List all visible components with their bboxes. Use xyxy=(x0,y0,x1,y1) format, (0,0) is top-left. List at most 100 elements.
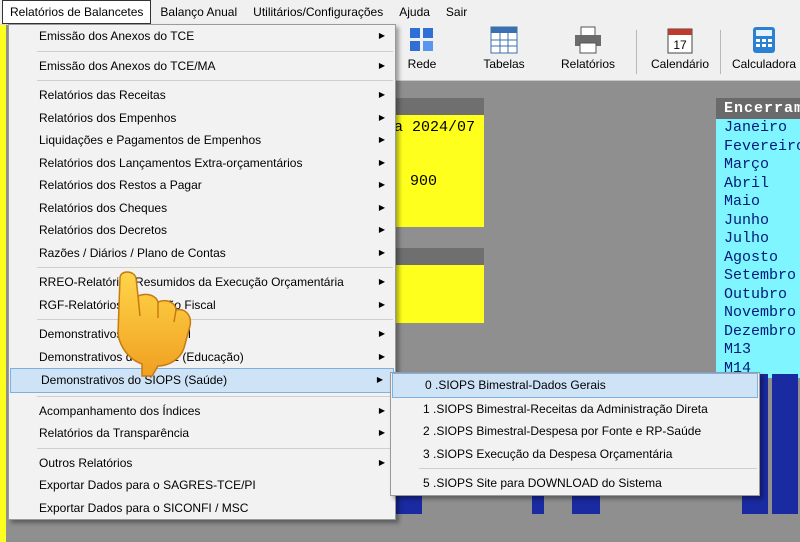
submenu-item-siops-dados-gerais[interactable]: 0 .SIOPS Bimestral-Dados Gerais xyxy=(392,373,758,398)
menu-item-razoes-diarios[interactable]: Razões / Diários / Plano de Contas ▶ xyxy=(9,242,395,265)
chevron-right-icon: ▶ xyxy=(378,329,385,338)
menu-item-siops[interactable]: Demonstrativos do SIOPS (Saúde) ▶ xyxy=(10,368,394,393)
month-item[interactable]: Março xyxy=(716,156,800,175)
months-header: Encerram xyxy=(716,98,800,119)
toolbar-calendario-label: Calendário xyxy=(650,57,710,71)
background-bar xyxy=(772,374,798,514)
chevron-right-icon: ▶ xyxy=(378,299,385,309)
menu-item-rgf[interactable]: RGF-Relatórios da Gestão Fiscal ▶ xyxy=(9,294,395,317)
month-item[interactable]: Setembro xyxy=(716,267,800,286)
background-panel-strip xyxy=(0,24,6,542)
chevron-right-icon: ▶ xyxy=(378,202,385,212)
toolbar-calendario-button[interactable]: 17 Calendário xyxy=(648,26,712,71)
toolbar-calculadora-label: Calculadora xyxy=(731,57,797,71)
month-item[interactable]: Novembro xyxy=(716,304,800,323)
menu-item-indices[interactable]: Acompanhamento dos Índices ▶ xyxy=(9,400,395,423)
siops-submenu: 0 .SIOPS Bimestral-Dados Gerais 1 .SIOPS… xyxy=(390,372,760,496)
month-item[interactable]: Maio xyxy=(716,193,800,212)
chevron-right-icon: ▶ xyxy=(378,457,385,467)
printer-icon xyxy=(573,26,603,54)
menu-item-anexos-tce[interactable]: Emissão dos Anexos do TCE ▶ xyxy=(9,25,395,48)
panel-body: a 2024/07 900 xyxy=(392,115,484,227)
relatorios-dropdown-menu: Emissão dos Anexos do TCE ▶ Emissão dos A… xyxy=(8,24,396,520)
menu-utilitarios[interactable]: Utilitários/Configurações xyxy=(246,1,390,23)
month-item[interactable]: Janeiro xyxy=(716,119,800,138)
chevron-right-icon: ▶ xyxy=(378,31,385,40)
menu-bar: Relatórios de Balancetes Balanço Anual U… xyxy=(0,0,800,25)
toolbar-calculadora-button[interactable]: Calculadora xyxy=(728,26,800,71)
chevron-right-icon: ▶ xyxy=(378,428,385,437)
menu-separator xyxy=(37,50,393,52)
menu-item-exportar-sagres[interactable]: Exportar Dados para o SAGRES-TCE/PI xyxy=(9,474,395,497)
calendar-day-text: 17 xyxy=(673,38,687,52)
calculator-icon xyxy=(749,26,779,54)
menu-item-liquidacoes[interactable]: Liquidações e Pagamentos de Empenhos ▶ xyxy=(9,129,395,152)
menu-item-decretos[interactable]: Relatórios dos Decretos ▶ xyxy=(9,219,395,242)
panel-value-text: 900 xyxy=(410,173,438,190)
month-item[interactable]: Julho xyxy=(716,230,800,249)
menu-sair[interactable]: Sair xyxy=(439,1,474,23)
menu-item-restos-pagar[interactable]: Relatórios dos Restos a Pagar ▶ xyxy=(9,174,395,197)
panel-header xyxy=(392,98,484,115)
submenu-item-siops-receitas[interactable]: 1 .SIOPS Bimestral-Receitas da Administr… xyxy=(391,398,759,421)
menu-item-extra-orcamentarios[interactable]: Relatórios dos Lançamentos Extra-orçamen… xyxy=(9,152,395,175)
menu-item-anexos-tce-ma[interactable]: Emissão dos Anexos do TCE/MA ▶ xyxy=(9,55,395,78)
toolbar-tabelas-button[interactable]: Tabelas xyxy=(478,26,530,71)
menu-separator xyxy=(419,468,757,469)
info-panel-middle xyxy=(392,248,484,323)
menu-balanco-anual[interactable]: Balanço Anual xyxy=(153,1,244,23)
toolbar-relatorios-button[interactable]: Relatórios xyxy=(558,26,618,71)
month-item[interactable]: M13 xyxy=(716,341,800,360)
chevron-right-icon: ▶ xyxy=(378,135,385,144)
toolbar-rede-button[interactable]: Rede xyxy=(404,26,440,71)
menu-item-transparencia[interactable]: Relatórios da Transparência ▶ xyxy=(9,422,395,445)
menu-item-exportar-siconfi[interactable]: Exportar Dados para o SICONFI / MSC xyxy=(9,497,395,520)
toolbar-relatorios-label: Relatórios xyxy=(560,57,616,71)
chevron-right-icon: ▶ xyxy=(378,277,385,286)
menu-separator xyxy=(37,319,393,320)
month-item[interactable]: Fevereiro xyxy=(716,137,800,156)
submenu-item-siops-despesa-fonte[interactable]: 2 .SIOPS Bimestral-Despesa por Fonte e R… xyxy=(391,420,759,443)
menu-item-receitas[interactable]: Relatórios das Receitas ▶ xyxy=(9,84,395,107)
menu-ajuda[interactable]: Ajuda xyxy=(392,1,437,23)
menu-separator xyxy=(37,395,393,397)
menu-item-cheques[interactable]: Relatórios dos Cheques ▶ xyxy=(9,197,395,220)
panel-body xyxy=(392,265,484,323)
chevron-right-icon: ▶ xyxy=(378,351,385,361)
calendar-icon: 17 xyxy=(665,26,695,54)
menu-item-siope[interactable]: Demonstrativos do SIOPE (Educação) ▶ xyxy=(9,346,395,369)
month-item[interactable]: Agosto xyxy=(716,248,800,267)
submenu-item-siops-download[interactable]: 5 .SIOPS Site para DOWNLOAD do Sistema xyxy=(391,472,759,495)
menu-item-outros[interactable]: Outros Relatórios ▶ xyxy=(9,452,395,475)
chevron-right-icon: ▶ xyxy=(378,247,385,257)
menu-separator xyxy=(37,80,393,81)
month-item[interactable]: Junho xyxy=(716,211,800,230)
chevron-right-icon: ▶ xyxy=(376,375,383,384)
toolbar-rede-label: Rede xyxy=(407,57,437,71)
toolbar-tabelas-label: Tabelas xyxy=(483,57,525,71)
menu-relatorios-balancetes[interactable]: Relatórios de Balancetes xyxy=(2,0,152,24)
menu-separator xyxy=(37,267,393,268)
chevron-right-icon: ▶ xyxy=(378,405,385,415)
menu-separator xyxy=(37,447,393,449)
chevron-right-icon: ▶ xyxy=(378,112,385,122)
menu-item-rreo[interactable]: RREO-Relatórios Resumidos da Execução Or… xyxy=(9,271,395,294)
month-item[interactable]: Outubro xyxy=(716,285,800,304)
chevron-right-icon: ▶ xyxy=(378,225,385,234)
chevron-right-icon: ▶ xyxy=(378,90,385,99)
chevron-right-icon: ▶ xyxy=(378,180,385,189)
month-item[interactable]: Abril xyxy=(716,174,800,193)
month-item[interactable]: Dezembro xyxy=(716,322,800,341)
network-icon xyxy=(407,26,437,54)
panel-period-text: a 2024/07 xyxy=(394,119,476,136)
toolbar-separator xyxy=(636,30,637,74)
submenu-item-siops-execucao[interactable]: 3 .SIOPS Execução da Despesa Orçamentári… xyxy=(391,443,759,466)
table-icon xyxy=(489,26,519,54)
info-panel-top: a 2024/07 900 xyxy=(392,98,484,227)
menu-item-empenhos[interactable]: Relatórios dos Empenhos ▶ xyxy=(9,107,395,130)
toolbar: Rede Tabelas Relatórios 17 Calendário Ca… xyxy=(392,24,800,81)
toolbar-separator xyxy=(720,30,721,74)
panel-header xyxy=(392,248,484,265)
chevron-right-icon: ▶ xyxy=(378,60,385,70)
menu-item-siconfi[interactable]: Demonstrativos do SICONFI ▶ xyxy=(9,323,395,346)
